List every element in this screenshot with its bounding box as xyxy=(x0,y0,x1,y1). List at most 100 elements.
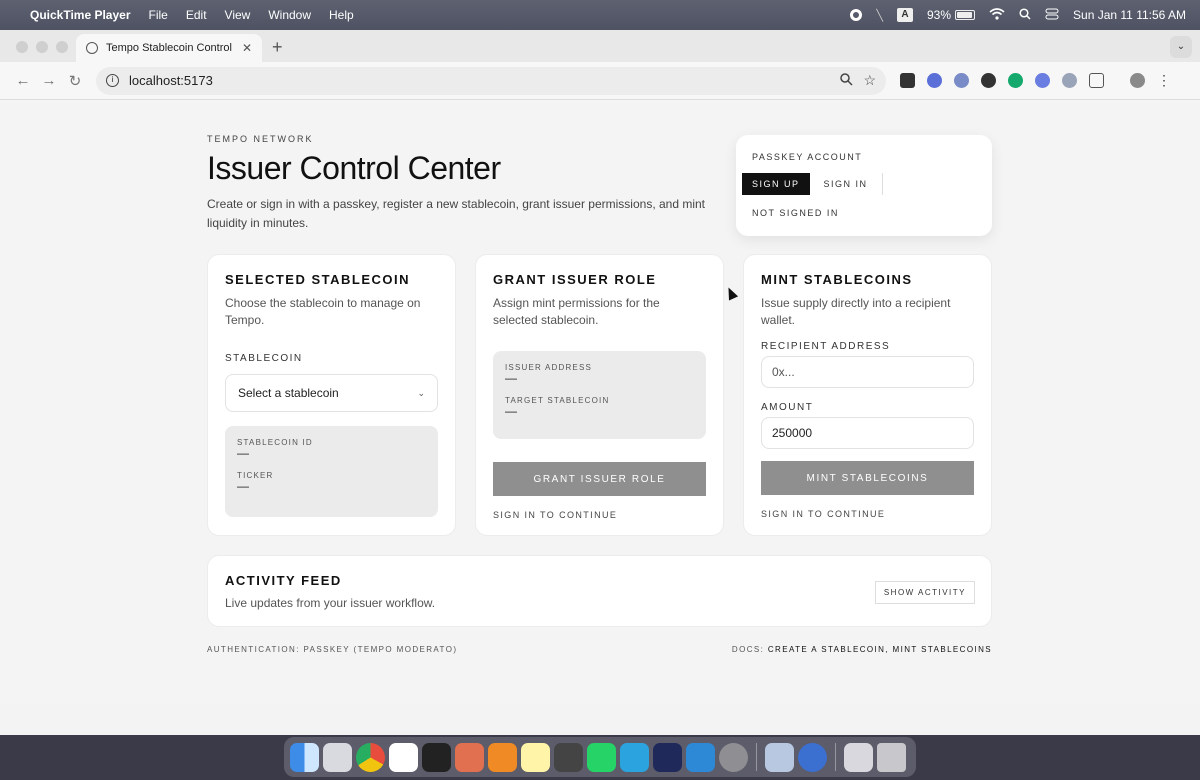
mint-stablecoins-card: MINT STABLECOINS Issue supply directly i… xyxy=(743,254,992,536)
stablecoin-id-value: — xyxy=(237,446,249,460)
footer-docs: DOCS: CREATE A STABLECOIN, MINT STABLECO… xyxy=(732,645,992,654)
ticker-label: TICKER xyxy=(237,471,274,480)
mint-stablecoins-button[interactable]: MINT STABLECOINS xyxy=(761,461,974,495)
telegram-icon[interactable] xyxy=(620,742,649,772)
new-tab-button[interactable]: + xyxy=(272,37,283,58)
extension-t-icon[interactable] xyxy=(900,73,915,88)
mint-hint: SIGN IN TO CONTINUE xyxy=(761,509,886,519)
tab-bar: Tempo Stablecoin Control Ce ✕ + ⌄ xyxy=(0,30,1200,62)
sign-in-button[interactable]: SIGN IN xyxy=(810,173,883,195)
docs-label: DOCS: xyxy=(731,645,765,654)
close-window-button[interactable] xyxy=(16,41,28,53)
slack-icon[interactable] xyxy=(389,742,418,772)
chrome-icon[interactable] xyxy=(356,742,385,772)
extension-blue-icon[interactable] xyxy=(927,73,942,88)
downloads-stack-icon[interactable] xyxy=(844,742,873,772)
browser-menu-icon[interactable]: ⋮ xyxy=(1157,72,1171,89)
chevron-down-icon: ⌄ xyxy=(417,387,425,398)
extension-x-icon[interactable] xyxy=(981,73,996,88)
clock[interactable]: Sun Jan 11 11:56 AM xyxy=(1073,8,1186,22)
quicktime-icon[interactable] xyxy=(798,742,827,772)
trash-icon[interactable] xyxy=(877,742,906,772)
tab-active[interactable]: Tempo Stablecoin Control Ce ✕ xyxy=(76,34,262,62)
chatgpt-icon[interactable] xyxy=(422,742,451,772)
activity-feed-card: ACTIVITY FEED Live updates from your iss… xyxy=(207,555,992,627)
recipient-address-input[interactable]: 0x... xyxy=(761,356,974,388)
record-icon[interactable] xyxy=(850,9,863,21)
card-title: SELECTED STABLECOIN xyxy=(225,272,410,287)
amount-label: AMOUNT xyxy=(761,402,814,413)
show-activity-button[interactable]: SHOW ACTIVITY xyxy=(874,581,975,604)
close-tab-icon[interactable]: ✕ xyxy=(242,41,252,55)
books-icon[interactable] xyxy=(488,742,517,772)
minimize-window-button[interactable] xyxy=(36,41,48,53)
extension-grammarly-icon[interactable] xyxy=(1008,73,1023,88)
stablecoin-details: STABLECOIN ID — TICKER — xyxy=(225,426,438,517)
docs-link-mint[interactable]: MINT STABLECOINS xyxy=(893,645,992,654)
input-source-icon[interactable]: A xyxy=(897,8,913,22)
grant-issuer-role-button[interactable]: GRANT ISSUER ROLE xyxy=(493,462,706,496)
passkey-account-card: PASSKEY ACCOUNT SIGN UP SIGN IN NOT SIGN… xyxy=(736,135,992,236)
extension-cloud-icon[interactable] xyxy=(954,73,969,88)
preview-icon[interactable] xyxy=(765,742,794,772)
grant-details: ISSUER ADDRESS — TARGET STABLECOIN — xyxy=(493,351,706,439)
zoom-icon[interactable] xyxy=(840,72,853,89)
extensions-row: ⋮ xyxy=(900,72,1171,89)
bookmark-star-icon[interactable]: ☆ xyxy=(863,72,876,89)
dock-separator xyxy=(756,743,757,771)
menu-app-name[interactable]: QuickTime Player xyxy=(30,8,131,22)
page-eyebrow: TEMPO NETWORK xyxy=(207,134,314,144)
stablecoin-id-label: STABLECOIN ID xyxy=(237,438,313,447)
system-settings-icon[interactable] xyxy=(719,742,748,772)
menu-help[interactable]: Help xyxy=(329,8,354,22)
issuer-address-label: ISSUER ADDRESS xyxy=(505,363,593,372)
battery-status[interactable]: 93% xyxy=(927,8,976,22)
back-arrow-icon[interactable]: ← xyxy=(10,72,36,89)
dock xyxy=(284,737,916,777)
proxy-app-icon[interactable] xyxy=(653,742,682,772)
forward-arrow-icon[interactable]: → xyxy=(36,72,62,89)
finder-icon[interactable] xyxy=(290,742,319,772)
site-info-icon[interactable]: i xyxy=(106,74,119,87)
reload-icon[interactable]: ↻ xyxy=(62,72,88,90)
amount-input[interactable]: 250000 xyxy=(761,417,974,449)
card-title: GRANT ISSUER ROLE xyxy=(493,272,657,287)
menu-window[interactable]: Window xyxy=(268,8,311,22)
issuer-address-value: — xyxy=(505,371,517,385)
vscode-icon[interactable] xyxy=(686,742,715,772)
desktop-bottom xyxy=(0,735,1200,780)
menu-file[interactable]: File xyxy=(149,8,168,22)
page-title: Issuer Control Center xyxy=(207,150,501,186)
wifi-icon[interactable] xyxy=(989,7,1005,23)
activity-title: ACTIVITY FEED xyxy=(225,573,342,588)
whatsapp-icon[interactable] xyxy=(587,742,616,772)
extensions-puzzle-icon[interactable] xyxy=(1089,73,1104,88)
menu-edit[interactable]: Edit xyxy=(186,8,207,22)
notes-icon[interactable] xyxy=(521,742,550,772)
search-icon[interactable] xyxy=(1019,7,1031,23)
launchpad-icon[interactable] xyxy=(323,742,352,772)
url-text[interactable]: localhost:5173 xyxy=(129,73,830,88)
docs-link-create[interactable]: CREATE A STABLECOIN, xyxy=(768,645,889,654)
claude-icon[interactable] xyxy=(455,742,484,772)
menu-view[interactable]: View xyxy=(225,8,251,22)
extension-zoom-icon[interactable] xyxy=(1035,73,1050,88)
battery-percent: 93% xyxy=(927,8,952,22)
target-stablecoin-value: — xyxy=(505,404,517,418)
address-bar[interactable]: i localhost:5173 ☆ xyxy=(96,66,886,95)
sign-up-button[interactable]: SIGN UP xyxy=(742,173,810,195)
extension-reader-icon[interactable] xyxy=(1062,73,1077,88)
pen-slash-icon[interactable]: ╲ xyxy=(876,9,883,22)
profile-avatar-icon[interactable] xyxy=(1130,73,1145,88)
zoom-window-button[interactable] xyxy=(56,41,68,53)
stablecoin-select[interactable]: Select a stablecoin ⌄ xyxy=(225,374,438,412)
passkey-label: PASSKEY ACCOUNT xyxy=(752,152,863,162)
card-title: MINT STABLECOINS xyxy=(761,272,913,287)
control-center-icon[interactable] xyxy=(1045,8,1059,23)
tab-search-chevron-icon[interactable]: ⌄ xyxy=(1170,36,1192,58)
calculator-icon[interactable] xyxy=(554,742,583,772)
stablecoin-field-label: STABLECOIN xyxy=(225,353,303,364)
battery-fill xyxy=(957,12,972,18)
recipient-placeholder: 0x... xyxy=(772,365,795,379)
page-intro: Create or sign in with a passkey, regist… xyxy=(207,197,706,230)
